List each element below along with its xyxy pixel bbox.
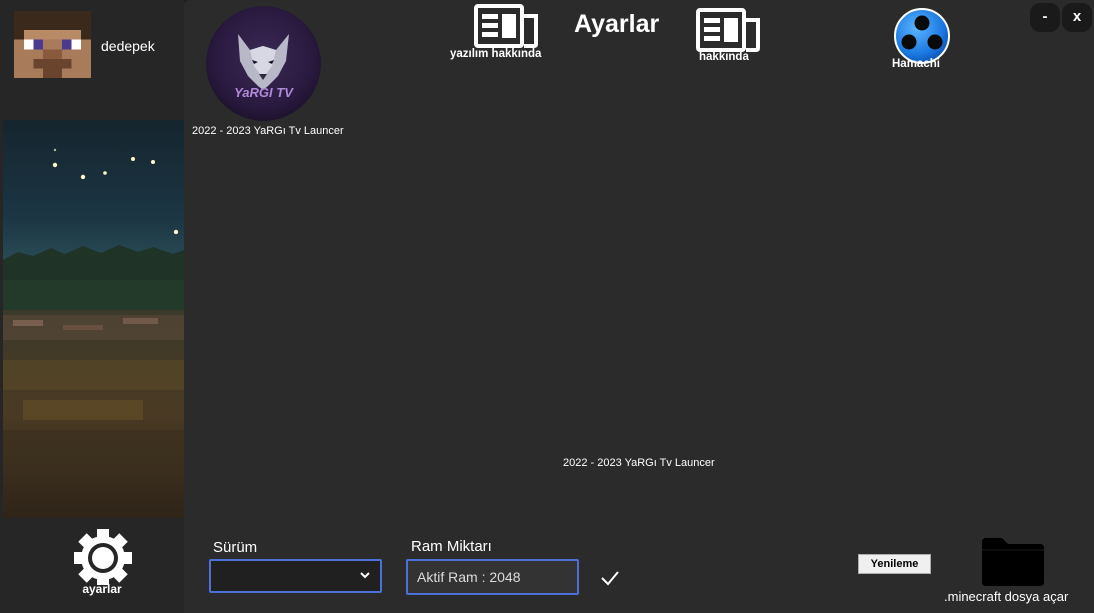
page-title: Ayarlar: [574, 10, 660, 38]
version-select[interactable]: [209, 559, 382, 593]
hamachi-label[interactable]: Hamachi: [892, 58, 940, 70]
avatar: [14, 11, 91, 78]
chevron-down-icon[interactable]: [359, 569, 371, 581]
username: dedepek: [101, 38, 155, 54]
copyright-text: 2022 - 2023 YaRGı Tv Launcer: [563, 457, 715, 469]
copyright-text: 2022 - 2023 YaRGı Tv Launcer: [192, 125, 344, 137]
logo-text: YaRGI TV: [234, 85, 294, 100]
gear-icon[interactable]: [72, 529, 134, 585]
sidebar: dedepek ayarlar: [0, 0, 184, 613]
user-box: dedepek: [0, 0, 184, 118]
folder-label[interactable]: .minecraft dosya açar: [944, 589, 1068, 604]
version-label: Sürüm: [213, 539, 258, 556]
folder-icon[interactable]: [982, 538, 1044, 586]
hamachi-icon[interactable]: [891, 8, 953, 64]
about-software-label[interactable]: yazılım hakkında: [450, 48, 541, 60]
minimize-button[interactable]: -: [1030, 3, 1060, 32]
newspaper-icon[interactable]: [696, 8, 762, 52]
settings-label[interactable]: ayarlar: [60, 582, 144, 596]
wolf-logo: YaRGI TV: [206, 6, 321, 121]
about-label[interactable]: hakkında: [699, 51, 749, 63]
newspaper-icon[interactable]: [474, 4, 540, 48]
background-image: [3, 120, 184, 518]
checkmark-icon[interactable]: [600, 570, 620, 586]
close-button[interactable]: x: [1062, 3, 1092, 32]
refresh-button[interactable]: Yenileme: [858, 554, 931, 574]
ram-input[interactable]: Aktif Ram : 2048: [406, 559, 579, 595]
ram-label: Ram Miktarı: [411, 538, 492, 555]
main-panel: [184, 0, 1094, 613]
